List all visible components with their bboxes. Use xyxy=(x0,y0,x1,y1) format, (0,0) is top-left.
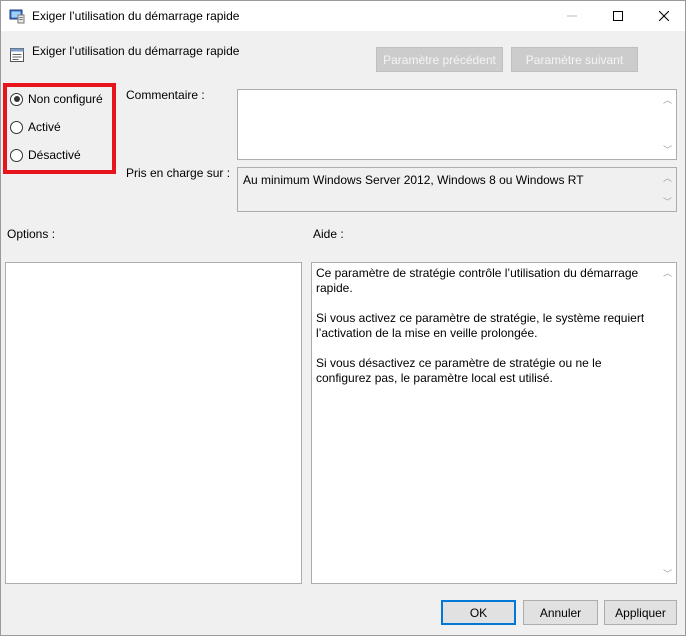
comment-textarea[interactable]: ︿ ﹀ xyxy=(237,89,677,160)
scroll-down-icon: ﹀ xyxy=(662,569,672,579)
help-paragraph: Ce paramètre de stratégie contrôle l’uti… xyxy=(316,266,639,295)
ok-button[interactable]: OK xyxy=(441,600,516,625)
maximize-icon xyxy=(613,11,623,21)
scroll-up-icon: ︿ xyxy=(662,173,672,183)
close-icon xyxy=(659,11,669,21)
scroll-down-icon: ﹀ xyxy=(662,197,672,207)
comment-label: Commentaire : xyxy=(126,88,205,102)
radio-not-configured[interactable]: Non configuré xyxy=(10,92,103,106)
policy-app-icon xyxy=(9,9,25,24)
policy-setting-dialog: Exiger l’utilisation du démarrage rapide… xyxy=(0,0,686,636)
help-paragraph: Si vous désactivez ce paramètre de strat… xyxy=(316,356,602,385)
setting-page-icon xyxy=(10,48,24,62)
radio-label: Activé xyxy=(28,120,61,134)
radio-enabled[interactable]: Activé xyxy=(10,120,61,134)
help-scrollbar[interactable]: ︿ ﹀ xyxy=(659,263,676,583)
minimize-icon xyxy=(567,15,577,17)
supported-scrollbar[interactable]: ︿ ﹀ xyxy=(659,168,676,211)
help-label: Aide : xyxy=(313,227,344,241)
title-bar: Exiger l’utilisation du démarrage rapide xyxy=(1,1,685,31)
setting-title: Exiger l’utilisation du démarrage rapide xyxy=(32,44,240,58)
maximize-button[interactable] xyxy=(595,1,641,31)
supported-on-field[interactable]: Au minimum Windows Server 2012, Windows … xyxy=(237,167,677,212)
help-text: Ce paramètre de stratégie contrôle l’uti… xyxy=(316,266,656,401)
minimize-button[interactable] xyxy=(549,1,595,31)
options-label: Options : xyxy=(7,227,56,241)
scroll-up-icon: ︿ xyxy=(662,268,672,278)
options-panel xyxy=(5,262,302,584)
help-paragraph: Si vous activez ce paramètre de stratégi… xyxy=(316,311,645,340)
next-setting-button[interactable]: Paramètre suivant xyxy=(511,47,638,72)
supported-on-value: Au minimum Windows Server 2012, Windows … xyxy=(243,173,584,187)
supported-on-label: Pris en charge sur : xyxy=(126,166,231,180)
radio-checked-icon xyxy=(10,92,23,106)
radio-disabled[interactable]: Désactivé xyxy=(10,148,81,162)
radio-unchecked-icon xyxy=(10,120,23,134)
radio-label: Désactivé xyxy=(28,148,81,162)
radio-label: Non configuré xyxy=(28,92,103,106)
apply-button[interactable]: Appliquer xyxy=(604,600,677,625)
cancel-button[interactable]: Annuler xyxy=(523,600,598,625)
previous-setting-button[interactable]: Paramètre précédent xyxy=(376,47,503,72)
scroll-down-icon: ﹀ xyxy=(662,145,672,155)
close-button[interactable] xyxy=(641,1,686,31)
window-title: Exiger l’utilisation du démarrage rapide xyxy=(32,9,240,23)
help-panel[interactable]: Ce paramètre de stratégie contrôle l’uti… xyxy=(311,262,677,584)
radio-unchecked-icon xyxy=(10,148,23,162)
scroll-up-icon: ︿ xyxy=(662,95,672,105)
comment-scrollbar[interactable]: ︿ ﹀ xyxy=(659,90,676,159)
